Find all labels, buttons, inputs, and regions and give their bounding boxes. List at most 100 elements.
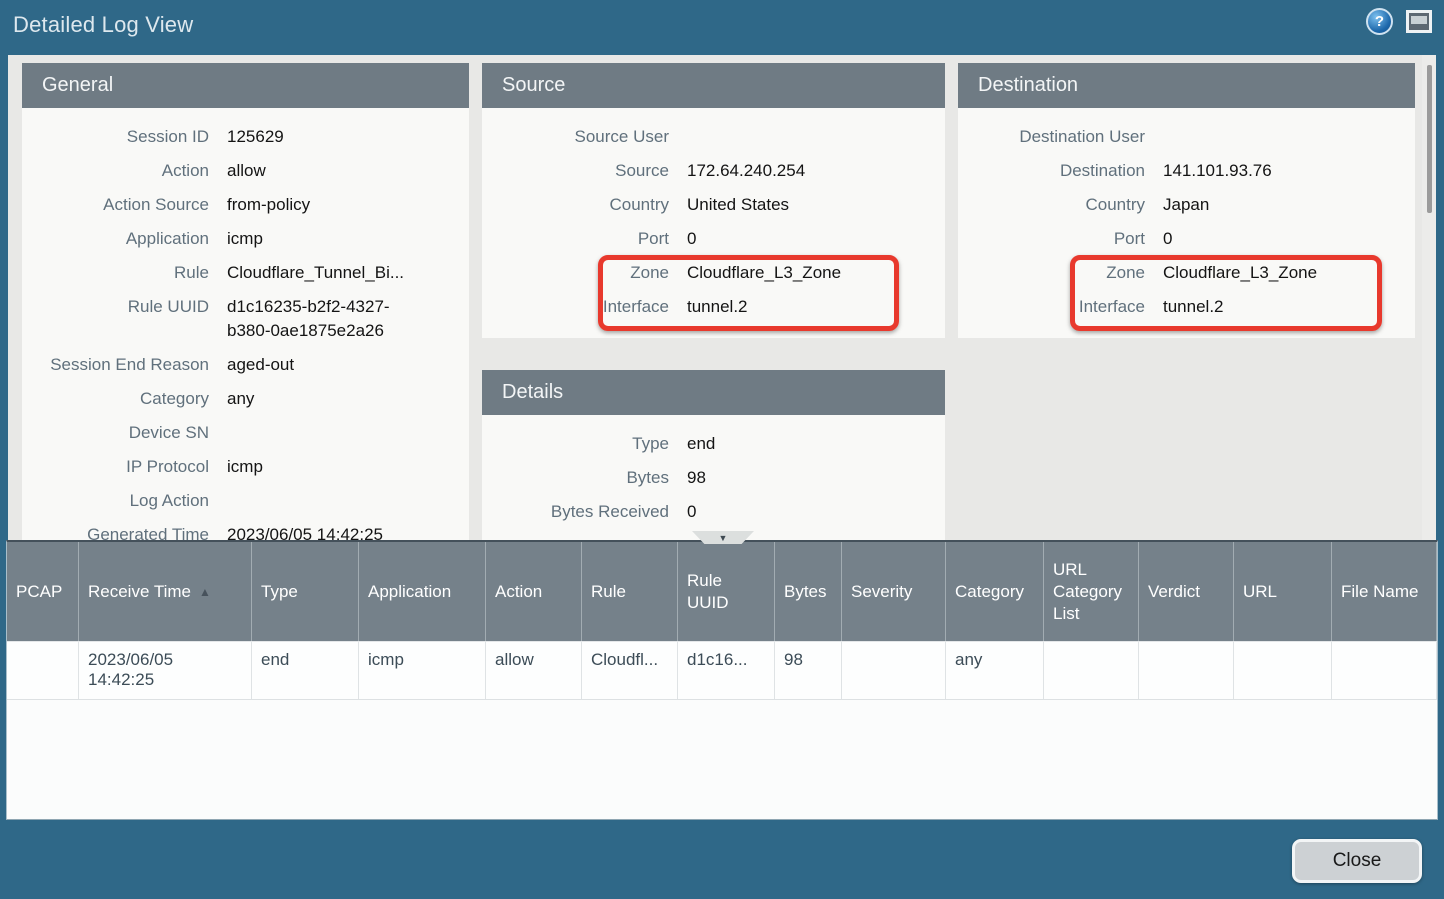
- field-value: tunnel.2: [1163, 295, 1407, 319]
- field-label: Category: [22, 387, 227, 411]
- field-value: tunnel.2: [687, 295, 937, 319]
- field-row: Device SN: [22, 416, 461, 450]
- field-label: Country: [482, 193, 687, 217]
- column-header-receive-time[interactable]: Receive Time▲: [79, 542, 252, 641]
- column-header-severity[interactable]: Severity: [842, 542, 946, 641]
- column-header-type[interactable]: Type: [252, 542, 359, 641]
- cell-pcap: [7, 642, 79, 699]
- field-label: Interface: [958, 295, 1163, 319]
- column-label: URL Category List: [1053, 559, 1129, 625]
- field-label: Destination User: [958, 125, 1163, 149]
- field-row: Country United States: [482, 188, 937, 222]
- field-row: Category any: [22, 382, 461, 416]
- source-panel-body: Source User Source 172.64.240.254 Countr…: [482, 108, 945, 338]
- general-panel: General Session ID 125629 Action allow A…: [22, 63, 469, 540]
- field-row: Source 172.64.240.254: [482, 154, 937, 188]
- field-label: Destination: [958, 159, 1163, 183]
- field-label: Rule UUID: [22, 295, 227, 343]
- field-row: Destination User: [958, 120, 1407, 154]
- field-row: Interface tunnel.2: [958, 290, 1407, 324]
- field-value: Japan: [1163, 193, 1407, 217]
- field-row: Port 0: [482, 222, 937, 256]
- field-row: Action Source from-policy: [22, 188, 461, 222]
- window-icon[interactable]: [1406, 10, 1432, 33]
- destination-panel-header: Destination: [958, 63, 1415, 108]
- column-header-application[interactable]: Application: [359, 542, 486, 641]
- column-header-rule-uuid[interactable]: Rule UUID: [678, 542, 775, 641]
- column-header-url[interactable]: URL: [1234, 542, 1332, 641]
- column-header-rule[interactable]: Rule: [582, 542, 678, 641]
- field-label: Generated Time: [22, 523, 227, 540]
- field-label: Type: [482, 432, 687, 456]
- field-value: allow: [227, 159, 433, 183]
- column-label: Severity: [851, 581, 912, 603]
- field-row: Action allow: [22, 154, 461, 188]
- table-row[interactable]: 2023/06/05 14:42:25 end icmp allow Cloud…: [7, 642, 1437, 700]
- field-row: Zone Cloudflare_L3_Zone: [482, 256, 937, 290]
- field-label: IP Protocol: [22, 455, 227, 479]
- column-label: Action: [495, 581, 542, 603]
- field-row: Log Action: [22, 484, 461, 518]
- column-header-verdict[interactable]: Verdict: [1139, 542, 1234, 641]
- field-row: Rule Cloudflare_Tunnel_Bi...: [22, 256, 461, 290]
- close-button[interactable]: Close: [1292, 839, 1422, 883]
- field-value: [687, 125, 937, 149]
- field-value: 125629: [227, 125, 433, 149]
- cell-file-name: [1332, 642, 1437, 699]
- details-panel-body: Type end Bytes 98 Bytes Received 0: [482, 415, 945, 540]
- general-panel-header: General: [22, 63, 469, 108]
- field-value: from-policy: [227, 193, 433, 217]
- cell-category: any: [946, 642, 1044, 699]
- field-label: Zone: [482, 261, 687, 285]
- column-header-category[interactable]: Category: [946, 542, 1044, 641]
- field-row: IP Protocol icmp: [22, 450, 461, 484]
- field-value: 98: [687, 466, 937, 490]
- column-label: Verdict: [1148, 581, 1200, 603]
- cell-action: allow: [486, 642, 582, 699]
- panel-columns: General Session ID 125629 Action allow A…: [8, 55, 1436, 540]
- help-icon[interactable]: ?: [1366, 8, 1393, 35]
- field-row: Bytes Received 0: [482, 495, 937, 529]
- field-row: Rule UUID d1c16235-b2f2-4327-b380-0ae187…: [22, 290, 461, 348]
- column-header-file-name[interactable]: File Name: [1332, 542, 1437, 641]
- cell-application: icmp: [359, 642, 486, 699]
- field-value: [227, 489, 433, 513]
- column-header-url-category-list[interactable]: URL Category List: [1044, 542, 1139, 641]
- field-value: aged-out: [227, 353, 433, 377]
- cell-receive-time: 2023/06/05 14:42:25: [79, 642, 252, 699]
- column-label: Type: [261, 581, 298, 603]
- page-title: Detailed Log View: [13, 12, 193, 38]
- column-header-action[interactable]: Action: [486, 542, 582, 641]
- field-value: 2023/06/05 14:42:25: [227, 523, 433, 540]
- field-row: Session ID 125629: [22, 120, 461, 154]
- middle-column: Source Source User Source 172.64.240.254: [482, 63, 945, 540]
- field-label: Bytes: [482, 466, 687, 490]
- field-label: Rule: [22, 261, 227, 285]
- field-label: Interface: [482, 295, 687, 319]
- field-label: Session End Reason: [22, 353, 227, 377]
- field-row: Interface tunnel.2: [482, 290, 937, 324]
- field-row: Type end: [482, 427, 937, 461]
- log-detail-section: General Session ID 125629 Action allow A…: [8, 55, 1436, 540]
- field-label: Device SN: [22, 421, 227, 445]
- cell-verdict: [1139, 642, 1234, 699]
- column-label: Application: [368, 581, 451, 603]
- source-panel: Source Source User Source 172.64.240.254: [482, 63, 945, 338]
- scrollbar-thumb[interactable]: [1427, 65, 1432, 213]
- field-label: Zone: [958, 261, 1163, 285]
- scrollbar-track[interactable]: [1422, 55, 1436, 540]
- field-label: Port: [958, 227, 1163, 251]
- dialog-titlebar: Detailed Log View ?: [0, 0, 1444, 55]
- chevron-down-icon: ▼: [719, 533, 728, 543]
- column-header-pcap[interactable]: PCAP: [7, 542, 79, 641]
- column-header-bytes[interactable]: Bytes: [775, 542, 842, 641]
- column-label: Category: [955, 581, 1024, 603]
- field-row: Source User: [482, 120, 937, 154]
- destination-panel: Destination Destination User Destination…: [958, 63, 1415, 540]
- field-value: [1163, 125, 1407, 149]
- column-label: Receive Time: [88, 581, 191, 603]
- field-label: Application: [22, 227, 227, 251]
- log-table: PCAP Receive Time▲ Type Application Acti…: [6, 540, 1438, 820]
- field-label: Country: [958, 193, 1163, 217]
- field-label: Action Source: [22, 193, 227, 217]
